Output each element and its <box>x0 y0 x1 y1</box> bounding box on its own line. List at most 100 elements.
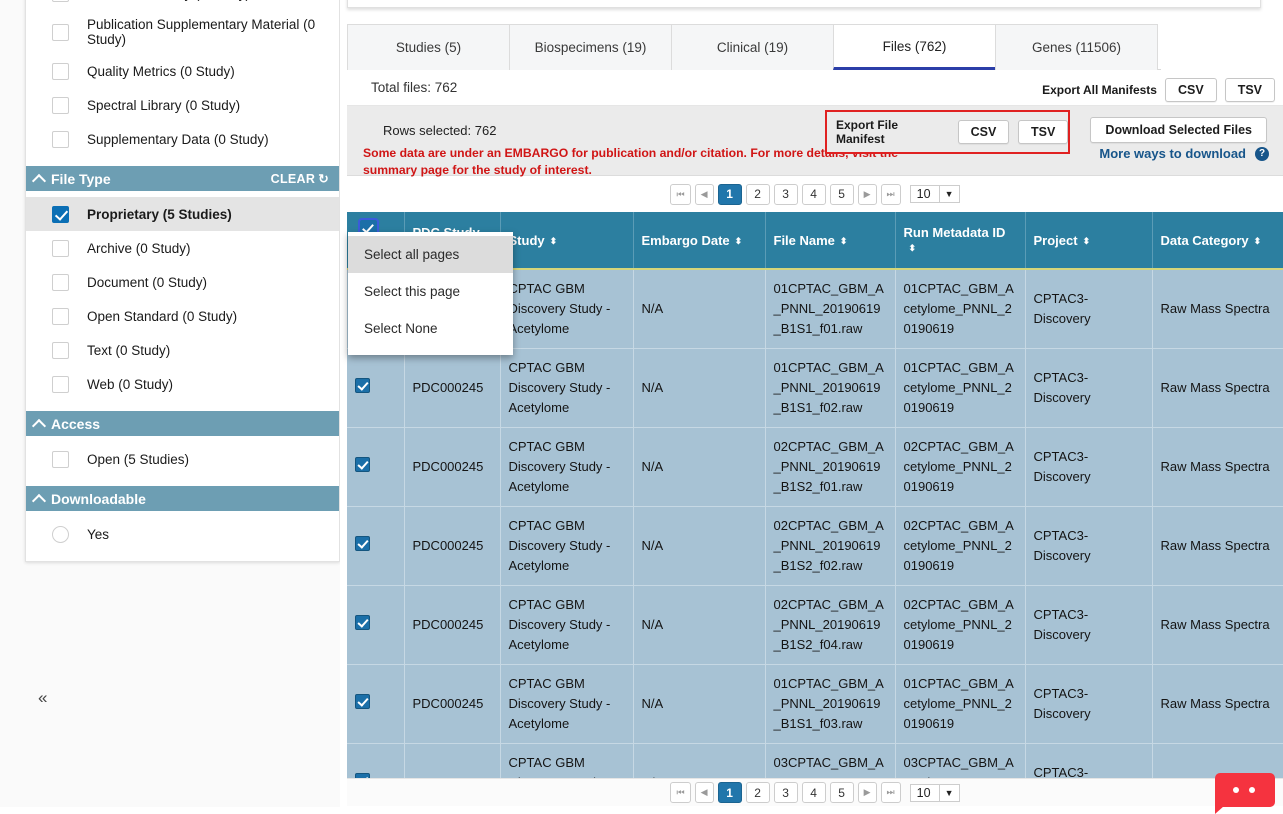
tab-clinical[interactable]: Clinical (19) <box>671 24 834 70</box>
page-button-4[interactable]: 4 <box>802 184 826 205</box>
facet-proprietary[interactable]: Proprietary (5 Studies) <box>26 197 339 231</box>
column-label: File Name <box>774 233 835 248</box>
tab-studies[interactable]: Studies (5) <box>347 24 510 70</box>
more-ways-to-download-link[interactable]: More ways to download <box>1099 146 1246 161</box>
table-row[interactable]: PDC000245CPTAC GBM Discovery Study - Ace… <box>347 665 1283 744</box>
last-page-button[interactable]: ⏭ <box>881 782 901 803</box>
page-button-1[interactable]: 1 <box>718 184 742 205</box>
chat-widget-icon[interactable] <box>1215 773 1275 807</box>
checkbox-icon[interactable] <box>52 240 69 257</box>
cell-pdc-study-id: PDC000245 <box>404 349 500 428</box>
facet-protein-assembly[interactable]: Protein Assembly (0 Study) <box>26 0 339 10</box>
facet-archive[interactable]: Archive (0 Study) <box>26 231 339 265</box>
facet-supplementary-data[interactable]: Supplementary Data (0 Study) <box>26 122 339 156</box>
table-row[interactable]: PDC000245CPTAC GBM Discovery Study - Ace… <box>347 744 1283 779</box>
table-row[interactable]: PDC000245CPTAC GBM Discovery Study - Ace… <box>347 507 1283 586</box>
last-page-button[interactable]: ⏭ <box>881 184 901 205</box>
row-checkbox-icon[interactable] <box>355 378 370 393</box>
page-button-2[interactable]: 2 <box>746 184 770 205</box>
sort-icon[interactable]: ⬍ <box>550 238 558 245</box>
tab-genes[interactable]: Genes (11506) <box>995 24 1158 70</box>
page-button-4[interactable]: 4 <box>802 782 826 803</box>
row-select-cell[interactable] <box>347 507 404 586</box>
menu-item-select-this-page[interactable]: Select this page <box>348 273 513 310</box>
page-button-5[interactable]: 5 <box>830 782 854 803</box>
column-header-run-metadata-id[interactable]: Run Metadata ID⬍ <box>895 212 1025 269</box>
column-header-data-category[interactable]: Data Category⬍ <box>1152 212 1283 269</box>
checkbox-icon[interactable] <box>52 376 69 393</box>
page-button-5[interactable]: 5 <box>830 184 854 205</box>
page-size-select[interactable]: 10 ▼ <box>910 784 960 802</box>
row-checkbox-icon[interactable] <box>355 536 370 551</box>
facet-document[interactable]: Document (0 Study) <box>26 265 339 299</box>
checkbox-icon[interactable] <box>52 97 69 114</box>
page-size-select[interactable]: 10 ▼ <box>910 185 960 203</box>
clear-file-type-button[interactable]: CLEAR ↻ <box>271 171 329 186</box>
column-header-project[interactable]: Project⬍ <box>1025 212 1152 269</box>
row-select-cell[interactable] <box>347 586 404 665</box>
row-select-cell[interactable] <box>347 428 404 507</box>
checkbox-icon[interactable] <box>52 131 69 148</box>
checkbox-icon[interactable] <box>52 0 69 2</box>
tab-files[interactable]: Files (762) <box>833 24 996 70</box>
sort-icon[interactable]: ⬍ <box>1254 238 1262 245</box>
row-checkbox-icon[interactable] <box>355 615 370 630</box>
checkbox-icon[interactable] <box>52 63 69 80</box>
facet-web[interactable]: Web (0 Study) <box>26 367 339 401</box>
first-page-button[interactable]: ⏮ <box>670 782 690 803</box>
page-button-3[interactable]: 3 <box>774 184 798 205</box>
row-select-cell[interactable] <box>347 349 404 428</box>
cell-data-category: Raw Mass Spectra <box>1152 349 1283 428</box>
section-header-access[interactable]: Access <box>26 411 339 436</box>
page-button-2[interactable]: 2 <box>746 782 770 803</box>
next-page-button[interactable]: ▶ <box>858 184 877 205</box>
sort-icon[interactable]: ⬍ <box>840 238 848 245</box>
row-select-cell[interactable] <box>347 665 404 744</box>
radio-icon[interactable] <box>52 526 69 543</box>
checkbox-icon[interactable] <box>52 342 69 359</box>
collapse-sidebar-button[interactable]: « <box>38 688 45 708</box>
page-button-3[interactable]: 3 <box>774 782 798 803</box>
column-header-study[interactable]: Study⬍ <box>500 212 633 269</box>
menu-item-select-none[interactable]: Select None <box>348 310 513 347</box>
section-header-downloadable[interactable]: Downloadable <box>26 486 339 511</box>
column-header-file-name[interactable]: File Name ⬍ <box>765 212 895 269</box>
prev-page-button[interactable]: ◀ <box>695 782 714 803</box>
column-header-embargo-date[interactable]: Embargo Date⬍ <box>633 212 765 269</box>
checkbox-icon[interactable] <box>52 274 69 291</box>
facet-spectral-library[interactable]: Spectral Library (0 Study) <box>26 88 339 122</box>
facet-quality-metrics[interactable]: Quality Metrics (0 Study) <box>26 54 339 88</box>
prev-page-button[interactable]: ◀ <box>695 184 714 205</box>
sort-icon[interactable]: ⬍ <box>1083 238 1091 245</box>
next-page-button[interactable]: ▶ <box>858 782 877 803</box>
checkbox-icon[interactable] <box>52 451 69 468</box>
tab-biospecimens[interactable]: Biospecimens (19) <box>509 24 672 70</box>
export-file-tsv-button[interactable]: TSV <box>1018 120 1068 144</box>
first-page-button[interactable]: ⏮ <box>670 184 690 205</box>
facet-downloadable-yes[interactable]: Yes <box>26 517 339 551</box>
download-selected-files-button[interactable]: Download Selected Files <box>1090 117 1267 143</box>
facet-publication-supplementary-material[interactable]: Publication Supplementary Material (0 St… <box>26 10 339 54</box>
checkbox-icon[interactable] <box>52 24 69 41</box>
facet-text[interactable]: Text (0 Study) <box>26 333 339 367</box>
help-icon[interactable]: ? <box>1255 147 1269 161</box>
row-checkbox-icon[interactable] <box>355 457 370 472</box>
facet-open[interactable]: Open (5 Studies) <box>26 442 339 476</box>
facet-open-standard[interactable]: Open Standard (0 Study) <box>26 299 339 333</box>
row-checkbox-icon[interactable] <box>355 694 370 709</box>
table-row[interactable]: PDC000245CPTAC GBM Discovery Study - Ace… <box>347 349 1283 428</box>
export-all-tsv-button[interactable]: TSV <box>1225 78 1275 102</box>
row-select-cell[interactable] <box>347 744 404 779</box>
menu-item-select-all-pages[interactable]: Select all pages <box>348 236 513 273</box>
checkbox-icon[interactable] <box>52 206 69 223</box>
export-all-csv-button[interactable]: CSV <box>1165 78 1217 102</box>
table-row[interactable]: PDC000245CPTAC GBM Discovery Study - Ace… <box>347 428 1283 507</box>
export-file-csv-button[interactable]: CSV <box>958 120 1009 144</box>
checkbox-icon[interactable] <box>52 308 69 325</box>
section-header-file-type[interactable]: File Type CLEAR ↻ <box>26 166 339 191</box>
table-row[interactable]: PDC000245CPTAC GBM Discovery Study - Ace… <box>347 586 1283 665</box>
sort-icon[interactable]: ⬍ <box>909 245 917 252</box>
section-title: Access <box>51 416 100 432</box>
sort-icon[interactable]: ⬍ <box>735 238 743 245</box>
page-button-1[interactable]: 1 <box>718 782 742 803</box>
